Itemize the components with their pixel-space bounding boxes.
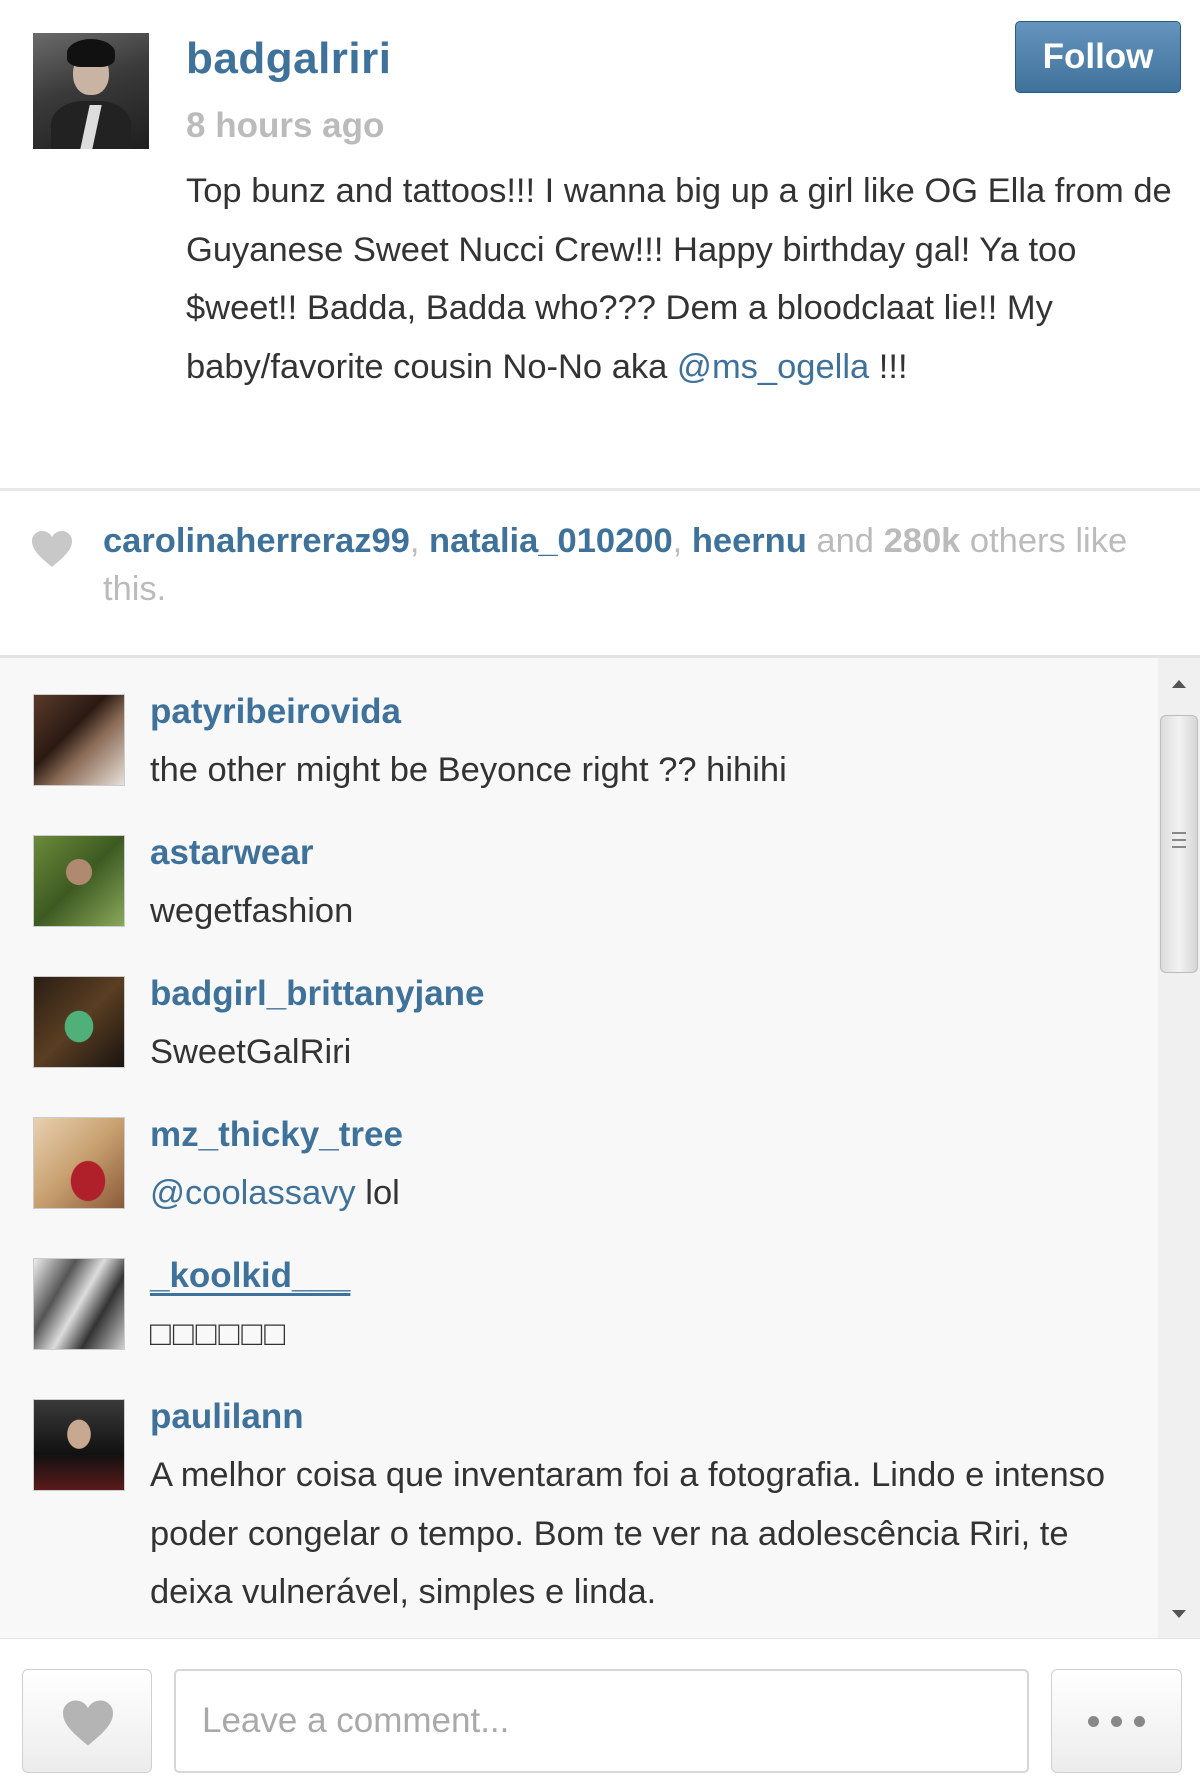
- ellipsis-icon: [1111, 1715, 1122, 1727]
- scrollbar-grip: [1172, 832, 1186, 834]
- comment-text: @coolassavy lol: [150, 1164, 1140, 1223]
- avatar-figure: [67, 39, 115, 67]
- likes-and: and: [806, 522, 884, 560]
- commenter-username[interactable]: _koolkid___: [150, 1256, 350, 1296]
- commenter-avatar[interactable]: [33, 694, 125, 786]
- scrollbar-grip: [1172, 839, 1186, 841]
- liker-link[interactable]: natalia_010200: [429, 522, 673, 560]
- arrow-up-icon[interactable]: [1172, 680, 1186, 688]
- commenter-username[interactable]: astarwear: [150, 833, 313, 873]
- comment-input[interactable]: [174, 1669, 1029, 1773]
- comment-text: A melhor coisa que inventaram foi a foto…: [150, 1456, 1106, 1611]
- commenter-username[interactable]: mz_thicky_tree: [150, 1115, 403, 1155]
- owner-avatar[interactable]: [33, 33, 149, 149]
- more-options-button[interactable]: [1051, 1669, 1182, 1773]
- likes-separator: ,: [672, 522, 692, 560]
- scrollbar-thumb[interactable]: [1160, 715, 1198, 973]
- comment-text: the other might be Beyonce right ?? hihi…: [150, 751, 787, 789]
- comments-list: patyribeirovida the other might be Beyon…: [0, 658, 1200, 1638]
- comment-mention[interactable]: @coolassavy: [150, 1174, 356, 1212]
- scrollbar-grip: [1172, 846, 1186, 848]
- likes-count[interactable]: 280k: [884, 522, 961, 560]
- post-caption: Top bunz and tattoos!!! I wanna big up a…: [186, 162, 1182, 396]
- likes-section: carolinaherreraz99, natalia_010200, heer…: [0, 491, 1200, 655]
- ellipsis-icon: [1134, 1715, 1145, 1727]
- heart-icon: [63, 1700, 113, 1746]
- commenter-avatar[interactable]: [33, 835, 125, 927]
- commenter-avatar[interactable]: [33, 1258, 125, 1350]
- follow-button[interactable]: Follow: [1015, 21, 1181, 93]
- commenter-avatar[interactable]: [33, 1117, 125, 1209]
- arrow-down-icon[interactable]: [1172, 1610, 1186, 1618]
- post-header: badgalriri 8 hours ago Top bunz and tatt…: [0, 0, 1200, 488]
- like-button[interactable]: [22, 1669, 152, 1773]
- comment-text: □□□□□□: [150, 1315, 288, 1353]
- comment-text: wegetfashion: [150, 892, 354, 930]
- comment-text-tail: lol: [355, 1174, 400, 1212]
- likes-summary: carolinaherreraz99, natalia_010200, heer…: [103, 517, 1163, 613]
- commenter-avatar[interactable]: [33, 976, 125, 1068]
- liker-link[interactable]: carolinaherreraz99: [103, 522, 410, 560]
- post-timestamp: 8 hours ago: [186, 106, 385, 145]
- commenter-username[interactable]: paulilann: [150, 1397, 304, 1437]
- liker-link[interactable]: heernu: [692, 522, 807, 560]
- comment-text: SweetGalRiri: [150, 1033, 352, 1071]
- owner-username[interactable]: badgalriri: [186, 34, 392, 84]
- heart-icon[interactable]: [30, 529, 74, 569]
- commenter-avatar[interactable]: [33, 1399, 125, 1491]
- caption-tail: !!!: [869, 347, 908, 386]
- caption-mention[interactable]: @ms_ogella: [677, 348, 869, 386]
- ellipsis-icon: [1088, 1715, 1099, 1727]
- likes-separator: ,: [409, 522, 430, 560]
- commenter-username[interactable]: patyribeirovida: [150, 692, 401, 732]
- commenter-username[interactable]: badgirl_brittanyjane: [150, 974, 485, 1014]
- comment-footer: [0, 1638, 1200, 1778]
